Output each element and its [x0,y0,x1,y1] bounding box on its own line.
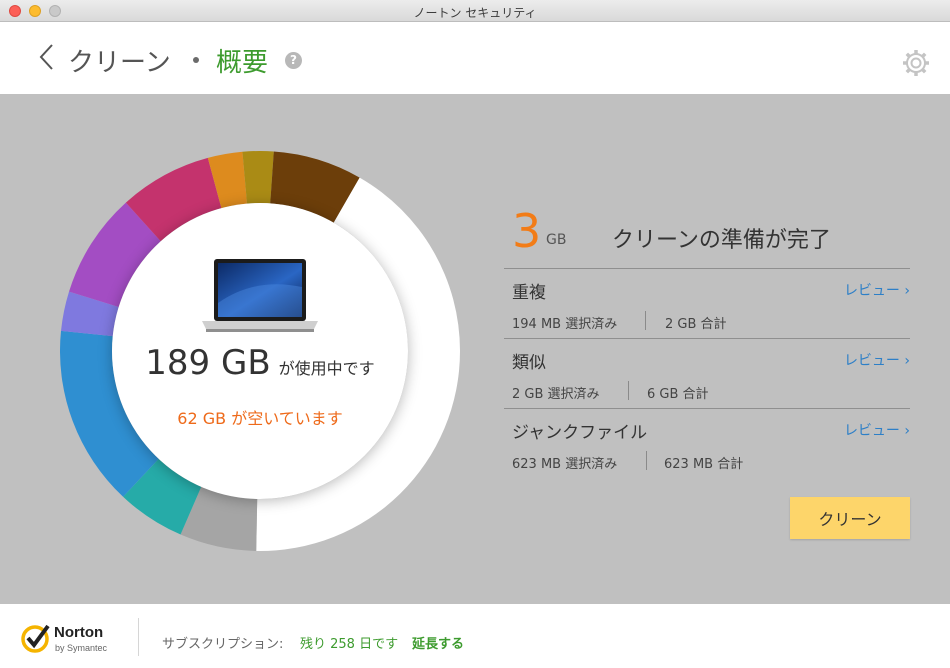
category-name: ジャンクファイル [512,423,648,443]
back-chevron-icon[interactable] [34,42,64,72]
divider [646,451,647,470]
main-panel: 189 GB が使用中です 62 GB が空いています 3 GB クリーンの準備が… [0,94,950,604]
gear-icon[interactable] [902,49,930,77]
category-junk-files: ジャンクファイル レビュー › 623 MB 選択済み 623 MB 合計 [504,408,910,479]
used-space-value: 189 GB [145,343,271,383]
renew-link[interactable]: 延長する [412,633,464,652]
help-icon[interactable]: ? [285,52,302,69]
category-selected: 2 GB 選択済み [512,387,600,402]
clean-button[interactable]: クリーン [790,497,910,539]
subscription-days-left: 残り 258 日です [300,637,399,652]
divider [645,311,646,330]
review-link-duplicates[interactable]: レビュー › [844,280,910,300]
category-name: 類似 [512,353,546,373]
page-title: 概要 [216,48,269,78]
subscription-label: サブスクリプション: [162,637,284,652]
breadcrumb-separator [193,57,199,63]
used-space: 189 GB が使用中です [112,343,408,383]
used-space-suffix: が使用中です [278,359,375,378]
disk-summary-circle: 189 GB が使用中です 62 GB が空いています [112,203,408,499]
norton-brand-sub: by Symantec [55,643,108,653]
category-total: 2 GB 合計 [665,317,727,332]
clean-ready-summary: 3 GB クリーンの準備が完了 [512,204,912,258]
breadcrumb-parent[interactable]: クリーン [68,42,171,79]
free-space-text: 62 GB が空いています [177,409,343,428]
review-link-junk-files[interactable]: レビュー › [844,420,910,440]
cleanable-unit: GB [546,232,567,248]
norton-brand: Norton [54,624,104,641]
title-bar: ノートン セキュリティ [0,0,950,22]
category-duplicates: 重複 レビュー › 194 MB 選択済み 2 GB 合計 [504,268,910,339]
cleanable-amount: 3 [512,204,542,258]
category-selected: 194 MB 選択済み [512,317,618,332]
norton-check-icon [21,624,50,653]
footer-divider [138,618,139,656]
laptop-icon [202,259,318,332]
window-title: ノートン セキュリティ [413,6,537,20]
review-link-similar[interactable]: レビュー › [844,350,910,370]
category-name: 重複 [512,283,546,303]
clean-ready-status: クリーンの準備が完了 [612,228,831,253]
page-header: クリーン 概要 ? [0,22,950,94]
disk-usage-segment [242,151,274,204]
divider [628,381,629,400]
category-similar: 類似 レビュー › 2 GB 選択済み 6 GB 合計 [504,338,910,409]
category-selected: 623 MB 選択済み [512,457,618,472]
footer: Norton by Symantec サブスクリプション: 残り 258 日です… [0,604,950,668]
category-total: 6 GB 合計 [647,387,709,402]
category-total: 623 MB 合計 [664,457,744,472]
